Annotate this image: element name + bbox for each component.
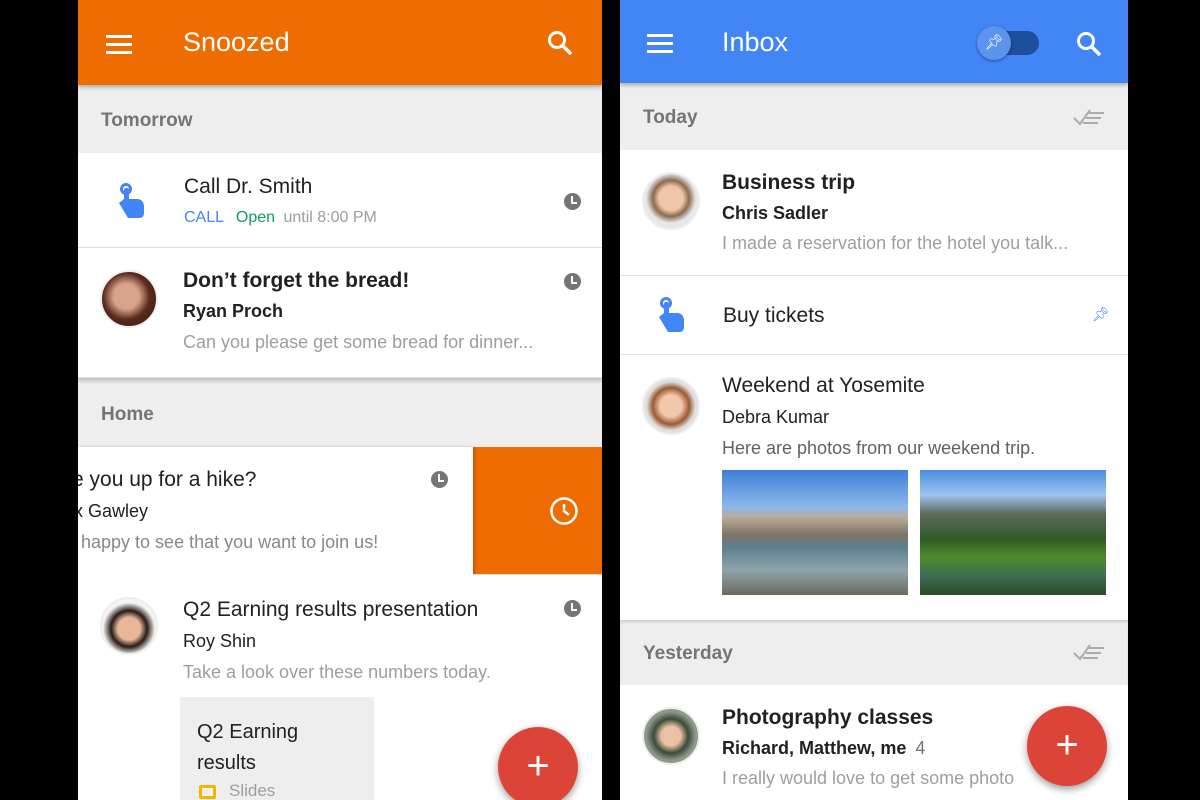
sweep-done-icon[interactable] — [1072, 642, 1106, 662]
item-snippet: happy to see that you want to join us! — [81, 532, 379, 552]
list-item[interactable]: Business trip Chris Sadler I made a rese… — [620, 150, 1128, 276]
snooze-clock-icon — [564, 193, 581, 210]
item-title: Business trip — [722, 171, 856, 194]
list-item[interactable]: Don’t forget the bread! Ryan Proch Can y… — [78, 248, 602, 378]
item-sender: Chris Sadler — [722, 203, 829, 223]
pin-icon: 📌︎ — [977, 26, 1011, 60]
snoozed-header: Snoozed — [78, 0, 602, 85]
snooze-clock-icon — [564, 600, 581, 617]
section-header-tomorrow: Tomorrow — [78, 85, 602, 153]
menu-icon[interactable] — [647, 34, 673, 58]
item-snippet: Here are photos from our weekend trip. — [722, 438, 1036, 458]
inbox-screen: Inbox 📌︎ Today Business trip Chris Sadle… — [620, 0, 1128, 800]
hours-detail: until 8:00 PM — [283, 209, 377, 226]
compose-fab-button[interactable]: + — [498, 727, 578, 800]
pin-toggle[interactable]: 📌︎ — [977, 26, 1039, 60]
menu-icon[interactable] — [106, 35, 132, 59]
avatar — [100, 597, 158, 655]
snoozed-screen: Snoozed Tomorrow Call Dr. Smith CALL Ope… — [78, 0, 602, 800]
search-icon[interactable] — [547, 30, 573, 56]
swiping-list-item[interactable]: e you up for a hike? x Gawley happy to s… — [78, 447, 602, 575]
search-icon[interactable] — [1076, 31, 1102, 57]
snooze-clock-icon — [564, 273, 581, 290]
call-action[interactable]: CALL — [184, 209, 223, 226]
item-sender: Richard, Matthew, me 4 — [722, 738, 926, 758]
item-title: Call Dr. Smith — [184, 175, 313, 198]
thread-count: 4 — [915, 738, 926, 758]
item-snippet: I really would love to get some photo — [722, 768, 1015, 788]
compose-fab-button[interactable]: + — [1027, 706, 1107, 786]
attachment-card[interactable]: Q2 Earning results Slides — [180, 697, 374, 800]
item-sender: Ryan Proch — [183, 301, 284, 321]
section-header-today: Today — [620, 83, 1128, 150]
attachment-type: Slides — [229, 781, 276, 800]
slides-icon — [199, 785, 216, 799]
page-title: Inbox — [722, 27, 789, 57]
photo-thumbnail[interactable] — [722, 470, 908, 595]
item-title: Buy tickets — [723, 304, 825, 327]
sweep-done-icon[interactable] — [1072, 107, 1106, 127]
item-sender: x Gawley — [78, 501, 149, 521]
reminder-hand-icon — [659, 297, 684, 332]
open-status: Open — [235, 209, 276, 226]
item-title: e you up for a hike? — [78, 468, 257, 491]
item-title: Photography classes — [722, 706, 934, 729]
item-snippet: Take a look over these numbers today. — [183, 662, 491, 682]
snooze-clock-icon — [431, 471, 448, 488]
item-snippet: I made a reservation for the hotel you t… — [722, 233, 1069, 253]
item-title: Q2 Earning results presentation — [183, 598, 479, 621]
item-snippet: Can you please get some bread for dinner… — [183, 332, 534, 352]
reminder-hand-icon — [119, 183, 144, 218]
photo-thumbnail[interactable] — [920, 470, 1106, 595]
avatar — [642, 172, 700, 230]
item-sender: Debra Kumar — [722, 407, 830, 427]
attachment-title: Q2 Earning results — [197, 721, 299, 774]
avatar — [100, 270, 158, 328]
item-title: Don’t forget the bread! — [183, 269, 410, 292]
item-sender: Roy Shin — [183, 631, 257, 651]
inbox-header: Inbox 📌︎ — [620, 0, 1128, 83]
pin-icon[interactable]: 📌︎ — [1092, 306, 1110, 323]
list-item[interactable]: Weekend at Yosemite Debra Kumar Here are… — [620, 355, 1128, 620]
section-header-yesterday: Yesterday — [620, 620, 1128, 685]
section-header-home: Home — [78, 378, 602, 447]
page-title: Snoozed — [183, 27, 290, 57]
list-item[interactable]: Buy tickets 📌︎ — [620, 276, 1128, 355]
snooze-clock-icon[interactable] — [549, 496, 579, 526]
list-item[interactable]: Call Dr. Smith CALL Open until 8:00 PM — [78, 153, 602, 248]
avatar — [642, 707, 700, 765]
item-title: Weekend at Yosemite — [722, 374, 925, 397]
avatar — [642, 377, 700, 435]
